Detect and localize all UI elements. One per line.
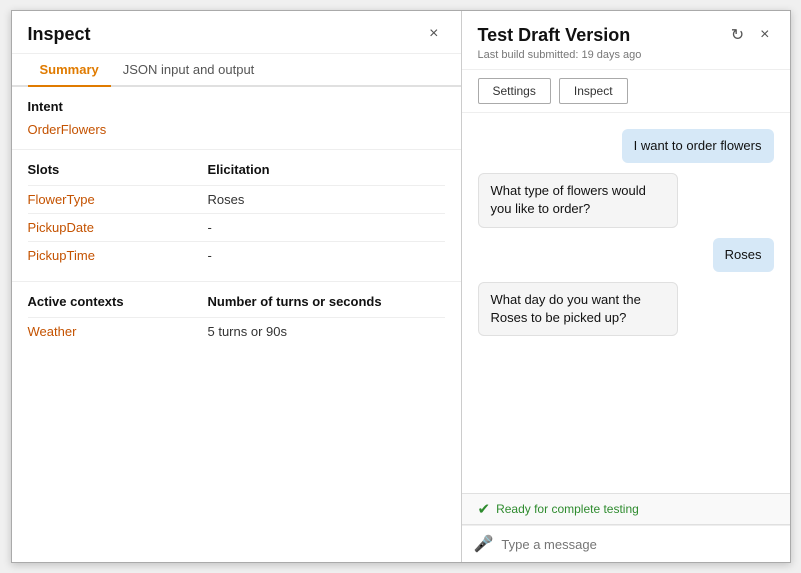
tab-summary[interactable]: Summary [28, 54, 111, 87]
ac-name-weather[interactable]: Weather [28, 324, 208, 339]
chat-message-user-1: I want to order flowers [478, 129, 774, 163]
mic-icon: 🎤 [474, 534, 494, 554]
slots-col-elicit-heading: Elicitation [208, 162, 270, 177]
chat-message-user-2: Roses [478, 238, 774, 272]
slot-row: PickupDate - [28, 213, 445, 241]
right-panel: Test Draft Version ↻ × Last build submit… [462, 11, 790, 562]
status-bar: ✔ Ready for complete testing [462, 493, 790, 525]
bubble-bot-2: What day do you want the Roses to be pic… [478, 282, 678, 336]
slot-value-flowertype: Roses [208, 192, 245, 207]
ac-col-turns-heading: Number of turns or seconds [208, 294, 382, 309]
chat-message-bot-1: What type of flowers would you like to o… [478, 173, 774, 227]
intent-heading: Intent [28, 99, 445, 114]
right-subtitle: Last build submitted: 19 days ago [478, 49, 774, 61]
right-panel-title: Test Draft Version [478, 25, 631, 46]
ac-col-name-heading: Active contexts [28, 294, 208, 309]
intent-value[interactable]: OrderFlowers [28, 122, 107, 137]
bubble-user-1: I want to order flowers [622, 129, 774, 163]
chat-message-bot-2: What day do you want the Roses to be pic… [478, 282, 774, 336]
chat-input[interactable] [501, 537, 777, 552]
active-contexts-header: Active contexts Number of turns or secon… [28, 294, 445, 309]
slot-row: FlowerType Roses [28, 185, 445, 213]
right-action-bar: Settings Inspect [462, 70, 790, 113]
slots-header: Slots Elicitation [28, 162, 445, 177]
left-header: Inspect × [12, 11, 461, 54]
slot-value-pickupdate: - [208, 220, 212, 235]
bubble-bot-1: What type of flowers would you like to o… [478, 173, 678, 227]
inspect-button[interactable]: Inspect [559, 78, 628, 104]
chat-input-bar: 🎤 [462, 525, 790, 562]
right-title-row: Test Draft Version ↻ × [478, 23, 774, 47]
right-title-actions: ↻ × [727, 23, 774, 47]
slot-name-pickupdate[interactable]: PickupDate [28, 220, 208, 235]
right-header: Test Draft Version ↻ × Last build submit… [462, 11, 790, 70]
settings-button[interactable]: Settings [478, 78, 551, 104]
bubble-user-2: Roses [713, 238, 774, 272]
slots-col-name-heading: Slots [28, 162, 208, 177]
tab-json[interactable]: JSON input and output [111, 54, 267, 87]
slot-name-pickuptime[interactable]: PickupTime [28, 248, 208, 263]
active-contexts-section: Active contexts Number of turns or secon… [12, 281, 461, 357]
left-close-button[interactable]: × [423, 23, 444, 45]
slot-row: PickupTime - [28, 241, 445, 269]
refresh-button[interactable]: ↻ [727, 23, 748, 47]
right-close-button[interactable]: × [756, 24, 773, 46]
status-check-icon: ✔ [478, 500, 491, 518]
intent-section: Intent OrderFlowers [12, 87, 461, 150]
slots-section: Slots Elicitation FlowerType Roses Picku… [12, 150, 461, 281]
left-panel-title: Inspect [28, 24, 91, 45]
slot-name-flowertype[interactable]: FlowerType [28, 192, 208, 207]
left-content: Intent OrderFlowers Slots Elicitation Fl… [12, 87, 461, 562]
tabs-row: Summary JSON input and output [12, 54, 461, 87]
slot-value-pickuptime: - [208, 248, 212, 263]
chat-area: I want to order flowers What type of flo… [462, 113, 790, 493]
ac-value-weather: 5 turns or 90s [208, 324, 288, 339]
status-text: Ready for complete testing [496, 502, 639, 516]
left-panel: Inspect × Summary JSON input and output … [12, 11, 462, 562]
ac-row: Weather 5 turns or 90s [28, 317, 445, 345]
